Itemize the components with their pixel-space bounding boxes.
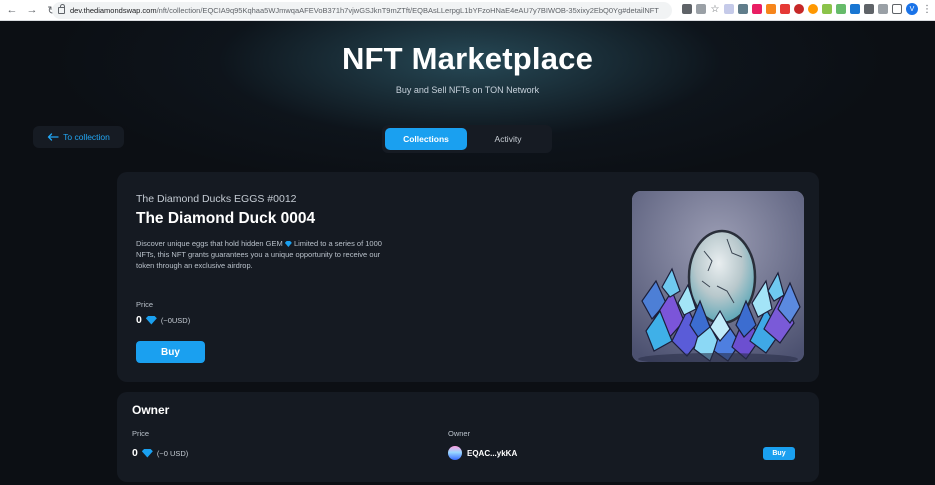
price-row: 0 (~0USD) [136, 314, 190, 326]
tab-collections[interactable]: Collections [385, 128, 467, 150]
profile-avatar[interactable]: V [906, 3, 918, 15]
shield-extension-icon[interactable] [724, 4, 734, 14]
page-subtitle: Buy and Sell NFTs on TON Network [395, 85, 540, 95]
price-value: 0 [136, 314, 142, 326]
collection-name: The Diamond Ducks EGGS #0012 [136, 193, 297, 205]
extension-icon[interactable] [780, 4, 790, 14]
extension-icon[interactable] [836, 4, 846, 14]
to-collection-label: To collection [63, 132, 110, 142]
nft-detail-card: The Diamond Ducks EGGS #0012 The Diamond… [117, 172, 819, 382]
nft-image [632, 191, 804, 362]
extension-icon[interactable] [752, 4, 762, 14]
owner-address-row[interactable]: EQAC...ykKA [448, 446, 517, 460]
url-path: /nft/collection/EQCIA9q95Kqhaa5WJmwqaAFE… [156, 6, 659, 15]
price-usd: (~0USD) [160, 315, 191, 325]
extension-icon[interactable] [808, 4, 818, 14]
egg-in-crystals-illustration [632, 191, 804, 362]
owner-card: Owner Price 0 (~0 USD) Owner EQAC...ykKA… [117, 392, 819, 482]
owner-price-usd: (~0 USD) [156, 448, 189, 458]
owner-price-value: 0 [132, 447, 138, 459]
extensions-bar: ☆ V ⋮ [682, 3, 932, 15]
to-collection-button[interactable]: To collection [33, 126, 124, 148]
tab-activity[interactable]: Activity [467, 128, 549, 150]
owner-avatar [448, 446, 462, 460]
tab-bar: Collections Activity [382, 125, 552, 153]
nft-description: Discover unique eggs that hold hidden GE… [136, 238, 386, 271]
page: NFT Marketplace Buy and Sell NFTs on TON… [0, 21, 935, 485]
browser-toolbar: ← → ↻ dev.thediamondswap.com/nft/collect… [0, 0, 935, 21]
back-arrow-icon[interactable]: ← [4, 2, 20, 18]
extension-icon[interactable] [850, 4, 860, 14]
star-icon[interactable]: ☆ [710, 4, 720, 15]
owner-buy-button[interactable]: Buy [763, 447, 795, 460]
nft-name: The Diamond Duck 0004 [136, 210, 316, 227]
lock-icon [58, 4, 65, 14]
metamask-icon[interactable] [766, 4, 776, 14]
owner-price-label: Price [132, 429, 150, 438]
owner-address[interactable]: EQAC...ykKA [467, 449, 517, 458]
price-label: Price [136, 300, 154, 309]
page-title: NFT Marketplace [341, 41, 594, 76]
opera-icon[interactable] [794, 4, 804, 14]
description-part-1: Discover unique eggs that hold hidden GE… [136, 239, 283, 248]
menu-dots-icon[interactable]: ⋮ [922, 4, 932, 15]
translate-icon[interactable] [682, 4, 692, 14]
extension-icon[interactable] [738, 4, 748, 14]
arrow-left-icon [47, 133, 59, 141]
side-panel-icon[interactable] [892, 4, 902, 14]
owner-column-label: Owner [448, 429, 471, 438]
buy-button[interactable]: Buy [136, 341, 205, 363]
owner-price-row: 0 (~0 USD) [132, 447, 188, 459]
diamond-icon [284, 241, 292, 248]
diamond-icon [145, 315, 157, 325]
diamond-icon [141, 448, 153, 458]
extension-icon[interactable] [822, 4, 832, 14]
forward-arrow-icon[interactable]: → [24, 2, 40, 18]
puzzle-icon[interactable] [864, 4, 874, 14]
address-bar[interactable]: dev.thediamondswap.com/nft/collection/EQ… [52, 2, 672, 19]
share-icon[interactable] [696, 4, 706, 14]
reading-list-icon[interactable] [878, 4, 888, 14]
owner-section-title: Owner [132, 403, 170, 417]
url-host: dev.thediamondswap.com [70, 6, 157, 15]
